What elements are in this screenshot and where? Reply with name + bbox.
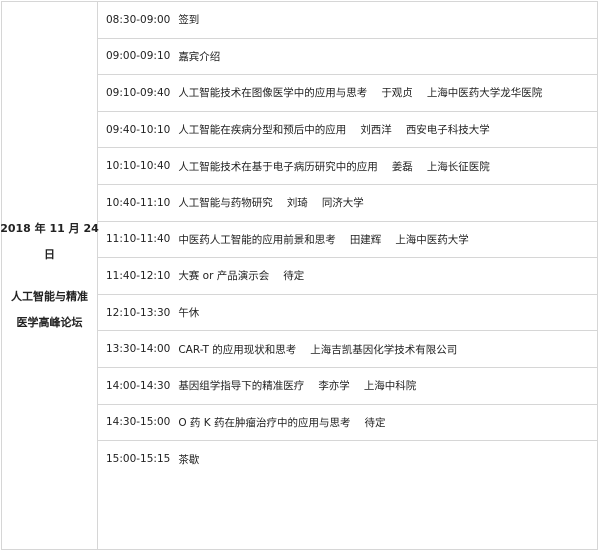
session-time: 09:10-09:40 — [106, 86, 171, 99]
session-list: 08:30-09:00 签到 09:00-09:10 嘉宾介绍 09:10-09:40 人… — [98, 2, 597, 549]
session-time: 14:30-15:00 — [106, 416, 171, 429]
session-title: 大赛 or 产品演示会 — [178, 270, 270, 283]
session-affiliation: 同济大学 — [321, 197, 364, 210]
date-text-line1: 2018 年 11 月 24 — [0, 221, 99, 235]
session-row: 11:10-11:40 中医药人工智能的应用前景和思考 田建辉 上海中医药大学 — [98, 222, 597, 259]
session-speaker: 待定 — [364, 416, 386, 429]
session-row: 14:00-14:30 基因组学指导下的精准医疗 李亦学 上海中科院 — [98, 368, 597, 405]
session-speaker: 上海吉凯基因化学技术有限公司 — [310, 343, 458, 356]
session-affiliation: 西安电子科技大学 — [405, 124, 490, 137]
session-title: 基因组学指导下的精准医疗 — [178, 380, 305, 393]
session-time: 10:40-11:10 — [106, 196, 171, 209]
session-affiliation: 上海中医药大学龙华医院 — [426, 87, 543, 100]
session-title: 午休 — [178, 307, 200, 320]
forum-title-line1: 人工智能与精准 — [11, 289, 88, 303]
session-row: 13:30-14:00 CAR-T 的应用现状和思考 上海吉凯基因化学技术有限公司 — [98, 331, 597, 368]
session-row: 14:30-15:00 O 药 K 药在肿瘤治疗中的应用与思考 待定 — [98, 405, 597, 442]
session-time: 11:40-12:10 — [106, 269, 171, 282]
session-row: 10:40-11:10 人工智能与药物研究 刘琦 同济大学 — [98, 185, 597, 222]
session-time: 14:00-14:30 — [106, 379, 171, 392]
session-title: O 药 K 药在肿瘤治疗中的应用与思考 — [178, 416, 351, 429]
session-time: 08:30-09:00 — [106, 13, 171, 26]
session-affiliation: 上海中医药大学 — [395, 233, 469, 246]
session-affiliation: 上海长征医院 — [426, 160, 490, 173]
session-row: 09:40-10:10 人工智能在疾病分型和预后中的应用 刘西洋 西安电子科技大学 — [98, 112, 597, 149]
session-row: 09:00-09:10 嘉宾介绍 — [98, 39, 597, 76]
session-title: 中医药人工智能的应用前景和思考 — [178, 233, 336, 246]
session-time: 15:00-15:15 — [106, 453, 171, 466]
session-title: 人工智能技术在图像医学中的应用与思考 — [178, 87, 368, 100]
session-row: 15:00-15:15 茶歇 — [98, 441, 597, 478]
session-title: CAR-T 的应用现状和思考 — [178, 343, 297, 356]
session-speaker: 李亦学 — [318, 380, 350, 393]
session-time: 13:30-14:00 — [106, 343, 171, 356]
session-title: 人工智能在疾病分型和预后中的应用 — [178, 124, 347, 137]
session-speaker: 于观贞 — [381, 87, 413, 100]
session-title: 嘉宾介绍 — [178, 50, 221, 63]
session-speaker: 待定 — [283, 270, 305, 283]
agenda-table: 2018 年 11 月 24 日 人工智能与精准 医学高峰论坛 08:30-09… — [0, 1, 598, 550]
forum-title-line2: 医学高峰论坛 — [16, 315, 83, 329]
session-speaker: 刘琦 — [286, 197, 308, 210]
session-speaker: 姜磊 — [391, 160, 413, 173]
session-row: 09:10-09:40 人工智能技术在图像医学中的应用与思考 于观贞 上海中医药大学龙… — [98, 75, 597, 112]
session-time: 09:40-10:10 — [106, 123, 171, 136]
session-title: 人工智能技术在基于电子病历研究中的应用 — [178, 160, 378, 173]
session-title: 签到 — [178, 14, 200, 27]
session-speaker: 刘西洋 — [360, 124, 392, 137]
session-row: 08:30-09:00 签到 — [98, 2, 597, 39]
session-row: 10:10-10:40 人工智能技术在基于电子病历研究中的应用 姜磊 上海长征医院 — [98, 148, 597, 185]
session-title: 人工智能与药物研究 — [178, 197, 273, 210]
date-forum-cell: 2018 年 11 月 24 日 人工智能与精准 医学高峰论坛 — [0, 2, 99, 549]
session-time: 12:10-13:30 — [106, 306, 171, 319]
session-speaker: 田建辉 — [349, 233, 382, 246]
session-time: 11:10-11:40 — [106, 233, 171, 246]
session-row: 11:40-12:10 大赛 or 产品演示会 待定 — [98, 258, 597, 295]
session-row: 12:10-13:30 午休 — [98, 295, 597, 332]
session-time: 10:10-10:40 — [106, 160, 171, 173]
session-time: 09:00-09:10 — [106, 50, 171, 63]
session-title: 茶歇 — [178, 453, 200, 466]
session-affiliation: 上海中科院 — [363, 380, 417, 393]
date-text-line2: 日 — [44, 247, 55, 261]
